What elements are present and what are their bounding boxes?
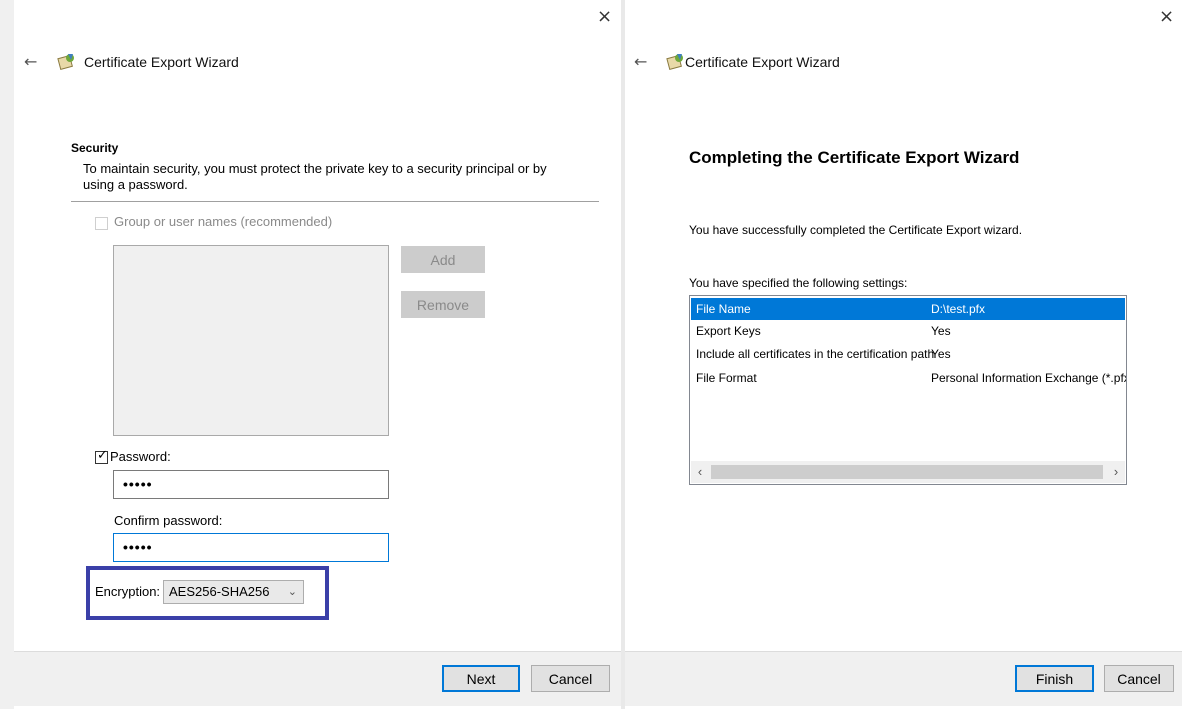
setting-value: Yes xyxy=(931,324,951,338)
separator xyxy=(71,201,599,202)
encryption-select[interactable]: AES256-SHA256 ⌄ xyxy=(163,580,304,604)
settings-row[interactable]: Export Keys Yes xyxy=(691,320,1125,342)
back-arrow-icon[interactable]: ← xyxy=(24,52,37,71)
group-user-list[interactable] xyxy=(113,245,389,436)
encryption-value: AES256-SHA256 xyxy=(169,584,270,599)
settings-row[interactable]: File Format Personal Information Exchang… xyxy=(691,367,1127,389)
wizard-title: Certificate Export Wizard xyxy=(685,54,840,70)
settings-list[interactable]: File Name D:\test.pfx Export Keys Yes In… xyxy=(689,295,1127,485)
group-checkbox-label: Group or user names (recommended) xyxy=(114,214,333,229)
finish-button[interactable]: Finish xyxy=(1015,665,1094,692)
section-title: Security xyxy=(71,141,119,155)
right-dialog: × ← Certificate Export Wizard Completing… xyxy=(625,0,1182,709)
encryption-label: Encryption: xyxy=(95,584,161,599)
section-description: To maintain security, you must protect t… xyxy=(83,161,547,192)
certificate-icon xyxy=(57,54,74,70)
setting-value: Yes xyxy=(931,347,951,361)
setting-name: File Format xyxy=(696,371,757,385)
certificate-icon xyxy=(666,54,683,70)
group-checkbox[interactable] xyxy=(95,217,108,230)
close-icon[interactable]: × xyxy=(597,6,612,27)
scroll-left-icon[interactable]: ‹ xyxy=(691,461,709,483)
scroll-right-icon[interactable]: › xyxy=(1107,461,1125,483)
footer: Finish Cancel xyxy=(625,651,1182,706)
confirm-password-label: Confirm password: xyxy=(114,513,223,528)
scrollbar-thumb[interactable] xyxy=(711,465,1103,479)
setting-value: Personal Information Exchange (*.pfx) xyxy=(931,371,1127,385)
left-dialog: × ← Certificate Export Wizard Security T… xyxy=(14,0,621,709)
setting-name: Export Keys xyxy=(696,324,761,338)
password-input[interactable]: ••••• xyxy=(113,470,389,499)
success-message: You have successfully completed the Cert… xyxy=(689,223,1023,237)
cancel-button[interactable]: Cancel xyxy=(1104,665,1174,692)
back-arrow-icon[interactable]: ← xyxy=(634,52,647,71)
cancel-button[interactable]: Cancel xyxy=(531,665,610,692)
next-button[interactable]: Next xyxy=(442,665,520,692)
remove-button[interactable]: Remove xyxy=(401,291,485,318)
password-label: Password: xyxy=(110,449,171,464)
setting-value: D:\test.pfx xyxy=(931,302,986,316)
settings-row[interactable]: Include all certificates in the certific… xyxy=(691,343,1125,365)
add-button[interactable]: Add xyxy=(401,246,485,273)
setting-name: File Name xyxy=(696,302,751,316)
setting-name: Include all certificates in the certific… xyxy=(696,347,935,361)
close-icon[interactable]: × xyxy=(1159,6,1174,27)
completion-heading: Completing the Certificate Export Wizard xyxy=(689,148,1020,167)
chevron-down-icon: ⌄ xyxy=(287,585,297,598)
confirm-password-input[interactable]: ••••• xyxy=(113,533,389,562)
password-checkbox[interactable]: ✓ xyxy=(95,448,108,464)
settings-row[interactable]: File Name D:\test.pfx xyxy=(691,298,1125,320)
wizard-title: Certificate Export Wizard xyxy=(84,54,239,70)
settings-label: You have specified the following setting… xyxy=(689,276,908,290)
footer: Next Cancel xyxy=(14,651,621,706)
horizontal-scrollbar[interactable]: ‹ › xyxy=(691,461,1125,483)
